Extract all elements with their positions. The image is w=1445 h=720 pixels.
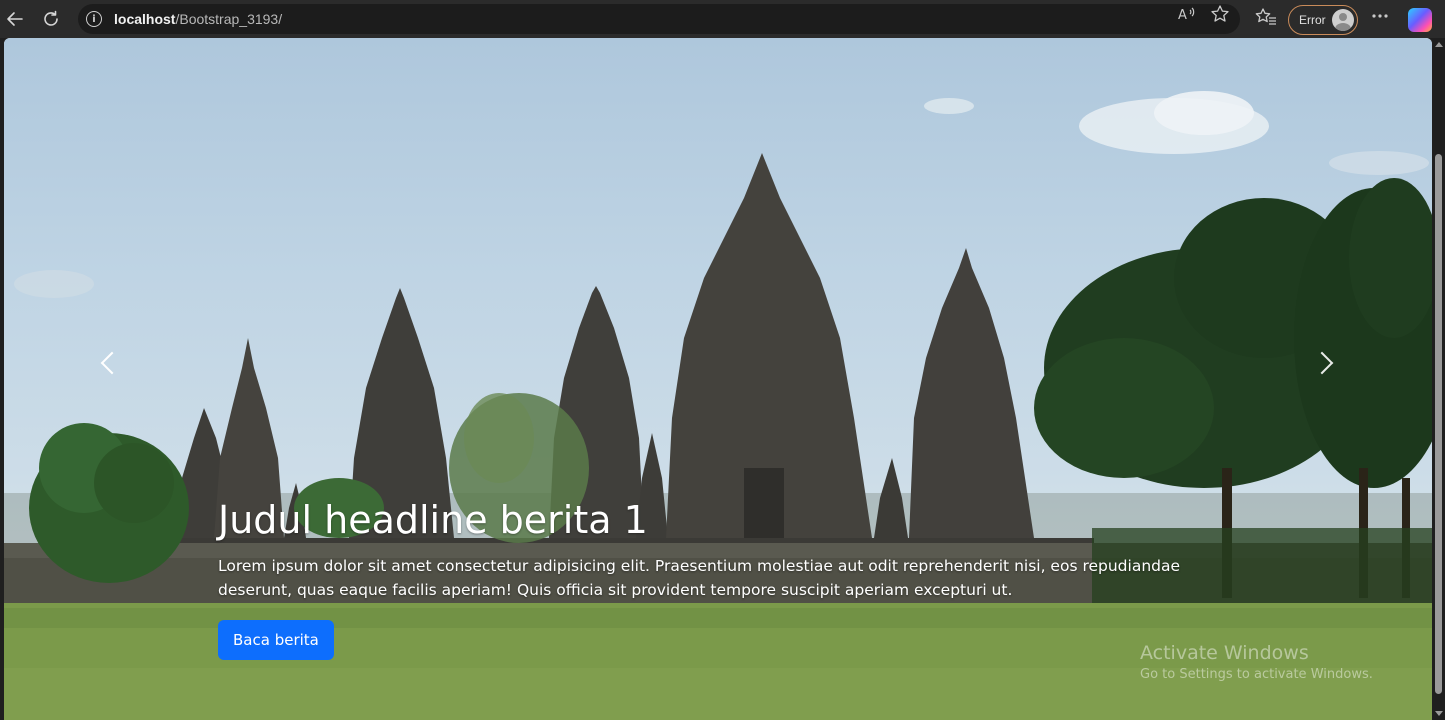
url-text[interactable]: localhost/Bootstrap_3193/ [114, 11, 282, 27]
browser-toolbar: i localhost/Bootstrap_3193/ A Error [0, 0, 1445, 38]
profile-button[interactable]: Error [1288, 5, 1358, 35]
carousel-next-button[interactable] [1292, 338, 1352, 388]
watermark-title: Activate Windows [1140, 642, 1309, 664]
page-scrollbar[interactable] [1432, 38, 1445, 720]
reload-icon[interactable] [36, 4, 66, 34]
url-host: localhost [114, 11, 176, 27]
scroll-down-arrow-icon[interactable] [1435, 711, 1443, 716]
star-icon[interactable] [1210, 4, 1230, 29]
activate-windows-watermark: Activate Windows Go to Settings to activ… [1140, 642, 1373, 682]
chevron-left-icon [100, 351, 124, 375]
page-viewport: Judul headline berita 1 Lorem ipsum dolo… [4, 38, 1432, 720]
headline-body: Lorem ipsum dolor sit amet consectetur a… [218, 556, 1181, 599]
svg-text:A: A [1178, 8, 1187, 22]
info-icon[interactable]: i [86, 11, 102, 27]
read-aloud-icon[interactable]: A [1178, 6, 1196, 25]
watermark-subtitle: Go to Settings to activate Windows. [1140, 667, 1373, 682]
carousel-slide: Judul headline berita 1 Lorem ipsum dolo… [4, 38, 1432, 720]
scroll-up-arrow-icon[interactable] [1435, 42, 1443, 47]
avatar [1331, 9, 1354, 31]
carousel-caption: Judul headline berita 1 Lorem ipsum dolo… [218, 498, 1228, 660]
more-icon[interactable] [1370, 6, 1390, 31]
url-path: /Bootstrap_3193/ [175, 11, 283, 27]
chevron-right-icon [1310, 351, 1334, 375]
address-bar[interactable]: i localhost/Bootstrap_3193/ [78, 4, 1240, 34]
read-news-button[interactable]: Baca berita [218, 619, 334, 660]
scroll-thumb[interactable] [1435, 154, 1442, 694]
favorites-icon[interactable] [1255, 7, 1277, 32]
headline: Judul headline berita 1 [218, 498, 648, 542]
copilot-icon[interactable] [1408, 8, 1432, 32]
back-arrow-icon[interactable] [0, 4, 30, 34]
carousel-prev-button[interactable] [82, 338, 142, 388]
profile-label: Error [1299, 13, 1326, 27]
